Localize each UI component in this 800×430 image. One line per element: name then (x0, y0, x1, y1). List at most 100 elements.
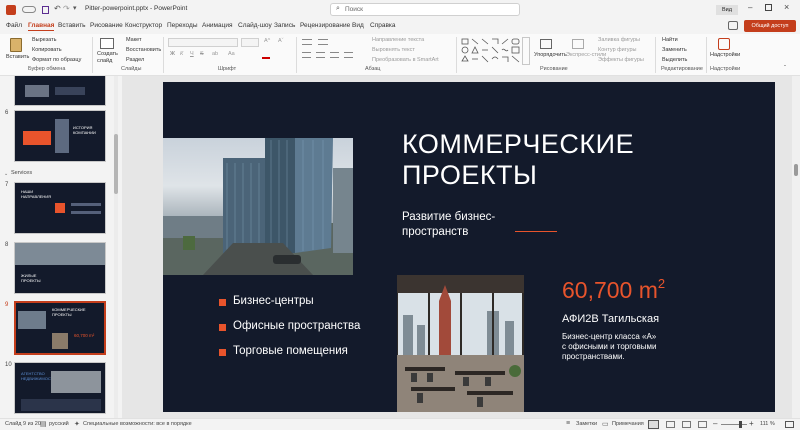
paste-button[interactable]: Вставить (6, 54, 29, 60)
section-button[interactable]: Раздел (126, 57, 144, 63)
cut-button[interactable]: Вырезать (32, 37, 56, 43)
bullet-item[interactable]: Офисные пространства (233, 320, 360, 332)
underline-button[interactable]: Ч (190, 51, 194, 57)
menu-insert[interactable]: Вставить (58, 22, 86, 29)
numbering-icon[interactable] (318, 39, 328, 45)
slide-thumbnail-selected[interactable]: КОММЕРЧЕСКИЕ ПРОЕКТЫ 60,700 m² (14, 301, 106, 355)
shape-fill-button[interactable]: Заливка фигуры (598, 37, 640, 43)
undo-icon[interactable]: ↶ (54, 4, 61, 13)
comments-status-icon[interactable]: ▭ (602, 420, 609, 428)
menu-design[interactable]: Конструктор (125, 22, 162, 29)
slide-thumbnail[interactable]: НАШИ НАПРАВЛЕНИЯ (14, 182, 106, 234)
section-collapse-icon[interactable]: ⌄ (4, 171, 8, 177)
zoom-in-icon[interactable]: + (749, 419, 754, 428)
spellcheck-icon[interactable]: ▤ (40, 420, 47, 428)
slide-thumbnail[interactable]: ЖИЛЫЕ ПРОЕКТЫ (14, 242, 106, 294)
align-left-icon[interactable] (302, 52, 311, 58)
view-mode-button[interactable]: Вид (716, 5, 738, 15)
font-color-icon[interactable] (262, 52, 270, 59)
slide-thumbnail[interactable] (14, 76, 106, 106)
menu-home[interactable]: Главная (28, 22, 55, 31)
slide-thumbnail[interactable]: ИСТОРИЯ КОМПАНИИ (14, 110, 106, 162)
minimize-icon[interactable]: – (748, 3, 752, 12)
layout-button[interactable]: Макет (126, 37, 142, 43)
addins-icon[interactable] (718, 38, 730, 50)
zoom-out-icon[interactable]: – (713, 419, 717, 428)
accessibility-icon[interactable]: ✦ (74, 420, 80, 428)
find-button[interactable]: Найти (662, 37, 678, 43)
new-slide-icon[interactable] (100, 38, 114, 49)
thumbnail-scrollbar-thumb[interactable] (114, 134, 118, 194)
menu-file[interactable]: Файл (6, 22, 22, 29)
strike-button[interactable]: S (200, 51, 204, 57)
arrange-icon[interactable] (540, 39, 552, 49)
quick-styles-icon[interactable] (572, 39, 584, 49)
slideshow-icon[interactable] (698, 421, 707, 428)
menu-transitions[interactable]: Переходы (167, 22, 198, 29)
format-painter-button[interactable]: Формат по образцу (32, 57, 81, 63)
align-text-button[interactable]: Выровнять текст (372, 47, 415, 53)
search-box[interactable]: ⌕ Поиск (330, 3, 520, 16)
menu-slideshow[interactable]: Слайд-шоу (238, 22, 272, 29)
select-button[interactable]: Выделить (662, 57, 687, 63)
copy-button[interactable]: Копировать (32, 47, 62, 53)
reset-button[interactable]: Восстановить (126, 47, 161, 53)
normal-view-icon[interactable] (648, 420, 659, 429)
language-indicator[interactable]: русский (49, 421, 69, 427)
bullet-item[interactable]: Бизнес-центры (233, 295, 314, 307)
editor-scrollbar[interactable] (792, 76, 800, 418)
new-slide-button[interactable]: Создать слайд (97, 51, 119, 65)
text-direction-button[interactable]: Направление текста (372, 37, 424, 43)
editor-scrollbar-thumb[interactable] (794, 164, 798, 176)
change-case-icon[interactable]: Aa (228, 51, 235, 57)
shrink-font-icon[interactable]: Aˇ (278, 38, 284, 44)
ribbon-collapse-icon[interactable]: ˆ (784, 66, 786, 72)
bold-button[interactable]: Ж (170, 51, 175, 57)
stat-name[interactable]: АФИ2В Тагильская (562, 313, 659, 325)
thumbnail-scrollbar[interactable] (114, 76, 118, 418)
slide-title-line2[interactable]: ПРОЕКТЫ (402, 160, 634, 191)
justify-icon[interactable] (344, 52, 353, 58)
menu-record[interactable]: Запись (274, 22, 295, 29)
close-icon[interactable]: × (784, 2, 789, 12)
slide-sorter-icon[interactable] (666, 421, 675, 428)
italic-button[interactable]: К (180, 51, 183, 57)
autosave-toggle[interactable] (22, 6, 36, 13)
menu-review[interactable]: Рецензирование (300, 22, 350, 29)
notes-button[interactable]: Заметки (576, 421, 597, 427)
menu-animations[interactable]: Анимация (202, 22, 233, 29)
char-spacing-icon[interactable]: ab (212, 51, 218, 57)
menu-draw[interactable]: Рисование (90, 22, 123, 29)
stat-description[interactable]: Бизнес-центр класса «А» с офисными и тор… (562, 332, 656, 362)
addins-button[interactable]: Надстройки (710, 52, 740, 58)
customize-icon[interactable]: ▾ (73, 4, 77, 12)
paste-icon[interactable] (10, 38, 22, 52)
grow-font-icon[interactable]: A^ (264, 38, 270, 44)
menu-help[interactable]: Справка (370, 22, 396, 29)
shapes-gallery[interactable] (460, 37, 528, 65)
slide-title-line1[interactable]: КОММЕРЧЕСКИЕ (402, 129, 634, 160)
office-interior-photo[interactable] (397, 275, 524, 412)
notes-icon[interactable]: ≡ (566, 420, 570, 427)
zoom-slider-thumb[interactable] (739, 421, 742, 428)
redo-icon[interactable]: ↷ (63, 4, 70, 13)
shape-effects-button[interactable]: Эффекты фигуры (598, 57, 644, 63)
slide-subtitle-line1[interactable]: Развитие бизнес- (402, 210, 495, 225)
skyscraper-photo[interactable] (163, 138, 353, 275)
stat-value[interactable]: 60,700 m2 (562, 276, 665, 304)
reading-view-icon[interactable] (682, 421, 691, 428)
comments-icon[interactable] (728, 21, 738, 30)
current-slide[interactable]: КОММЕРЧЕСКИЕ ПРОЕКТЫ Развитие бизнес- пр… (163, 82, 775, 412)
font-family-select[interactable] (168, 38, 238, 47)
maximize-icon[interactable] (765, 4, 772, 11)
bullets-icon[interactable] (302, 39, 312, 45)
slide-thumbnail[interactable]: АГЕНТСТВО НЕДВИЖИМОСТИ (14, 362, 106, 414)
share-button[interactable]: Общий доступ (744, 20, 796, 32)
align-center-icon[interactable] (316, 52, 325, 58)
zoom-level[interactable]: 111 % (760, 421, 775, 427)
menu-view[interactable]: Вид (352, 22, 364, 29)
accessibility-status[interactable]: Специальные возможности: все в порядке (83, 421, 192, 427)
replace-button[interactable]: Заменить (662, 47, 687, 53)
shapes-more-icon[interactable] (522, 37, 530, 65)
bullet-item[interactable]: Торговые помещения (233, 345, 348, 357)
